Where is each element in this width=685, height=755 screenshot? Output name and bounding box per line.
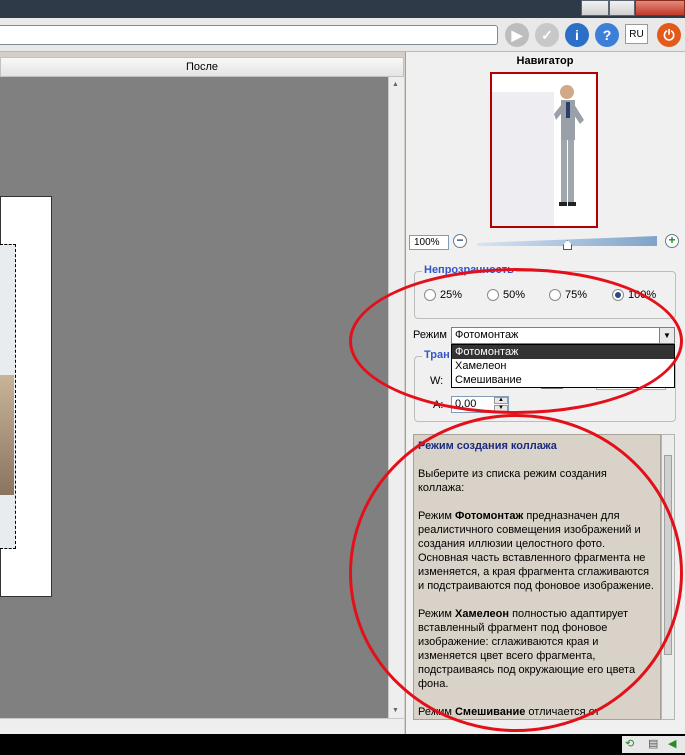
chevron-down-icon[interactable]: ▼: [659, 328, 674, 343]
spin-down-icon[interactable]: ▼: [494, 405, 508, 412]
help-paragraph-fotomontazh: Режим Фотомонтаж предназначен для реалис…: [418, 510, 654, 592]
scroll-down-icon[interactable]: ▼: [392, 707, 399, 714]
radio-icon[interactable]: [424, 289, 436, 302]
help-intro: Выберите из списка режим создания коллаж…: [418, 468, 607, 494]
opacity-option-50[interactable]: 50%: [487, 289, 526, 302]
play-icon[interactable]: ▶: [505, 23, 529, 47]
system-tray: ⟲ ▤ ◀: [622, 736, 685, 753]
radio-icon[interactable]: [487, 289, 499, 302]
opacity-option-100[interactable]: 100%: [612, 289, 657, 302]
help-icon[interactable]: ?: [595, 23, 619, 47]
help-panel: Режим создания коллажа Выберите из списк…: [413, 434, 661, 720]
check-icon[interactable]: ✓: [535, 23, 559, 47]
navigator-thumbnail[interactable]: [490, 72, 598, 228]
fragment-hand: [0, 375, 14, 495]
zoom-input[interactable]: 100%: [409, 235, 449, 250]
language-selector[interactable]: RU: [625, 24, 648, 44]
pasted-fragment[interactable]: [0, 244, 16, 549]
path-field[interactable]: [0, 25, 498, 45]
opacity-option-label: 50%: [503, 289, 526, 302]
canvas-header: После: [0, 57, 404, 77]
radio-selected-icon[interactable]: [612, 289, 624, 302]
help-scroll-thumb[interactable]: [664, 455, 672, 655]
mode-option-khameleon[interactable]: Хамелеон: [452, 359, 674, 373]
scroll-up-icon[interactable]: ▲: [392, 81, 399, 88]
power-icon[interactable]: ⏻: [657, 23, 681, 47]
canvas-area[interactable]: [0, 77, 388, 718]
canvas-horizontal-scrollbar[interactable]: [0, 718, 404, 734]
man-figure-image: [492, 74, 596, 226]
help-scrollbar[interactable]: [661, 434, 675, 720]
mode-option-smeshivanie[interactable]: Смешивание: [452, 373, 674, 387]
opacity-option-75[interactable]: 75%: [549, 289, 588, 302]
refresh-icon[interactable]: ⟲: [625, 737, 634, 750]
zoom-out-icon[interactable]: −: [453, 234, 467, 248]
help-paragraph-smeshivanie: Режим Смешивание отличается от предыдуще…: [418, 706, 600, 718]
document-icon[interactable]: ▤: [648, 737, 658, 750]
opacity-option-25[interactable]: 25%: [424, 289, 463, 302]
transform-legend: Тран: [422, 349, 452, 361]
navigator-title: Навигатор: [516, 55, 574, 67]
mode-select[interactable]: Фотомонтаж: [451, 327, 675, 344]
info-icon[interactable]: i: [565, 23, 589, 47]
help-title: Режим создания коллажа: [418, 440, 557, 452]
opacity-legend: Непрозрачность: [422, 264, 516, 276]
opacity-option-label: 75%: [565, 289, 588, 302]
radio-icon[interactable]: [549, 289, 561, 302]
minimize-button[interactable]: [581, 0, 609, 16]
angle-label: A:: [433, 399, 444, 411]
width-label: W:: [430, 375, 444, 387]
mode-option-fotomontazh[interactable]: Фотомонтаж: [452, 345, 674, 359]
mode-dropdown-list[interactable]: Фотомонтаж Хамелеон Смешивание: [451, 344, 675, 388]
opacity-option-label: 100%: [628, 289, 657, 302]
spin-up-icon[interactable]: ▲: [494, 397, 508, 404]
mode-label: Режим: [413, 329, 447, 341]
canvas-vertical-scrollbar[interactable]: ▲ ▼: [388, 77, 404, 718]
zoom-in-icon[interactable]: +: [665, 234, 679, 248]
arrow-left-icon[interactable]: ◀: [668, 737, 676, 750]
taskbar: [0, 734, 685, 755]
toolbar: ▶ ✓ i ? RU ⏻: [0, 18, 685, 52]
close-button[interactable]: [635, 0, 685, 16]
help-paragraph-khameleon: Режим Хамелеон полностью адаптирует вста…: [418, 608, 636, 690]
opacity-option-label: 25%: [440, 289, 463, 302]
maximize-button[interactable]: [609, 0, 635, 16]
